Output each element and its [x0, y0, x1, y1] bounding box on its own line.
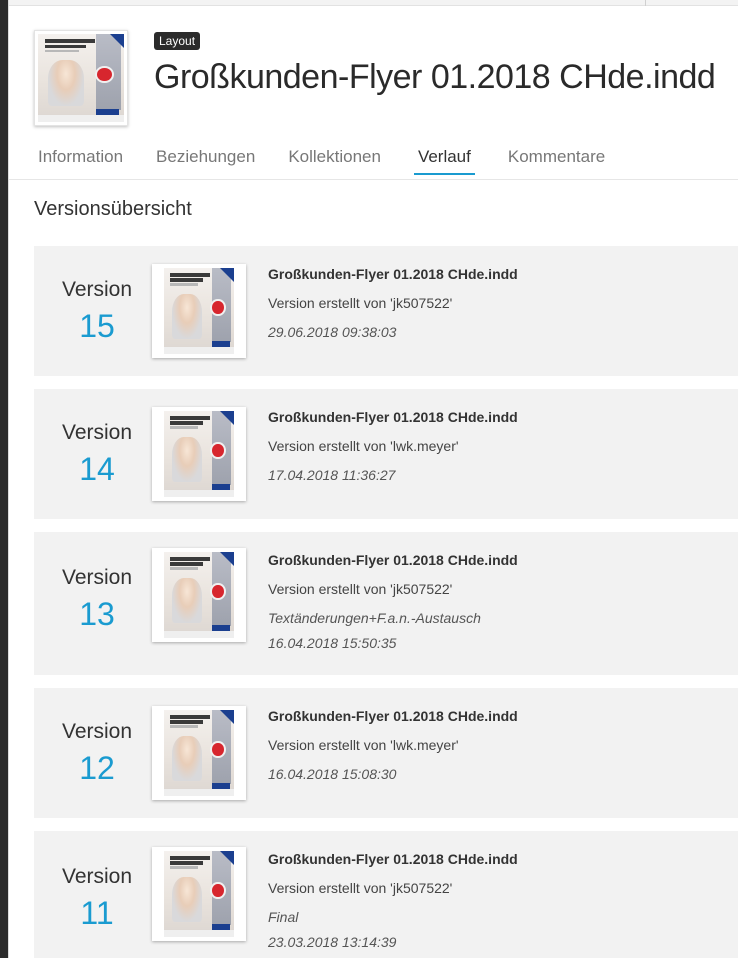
section-title: Versionsübersicht [34, 198, 192, 220]
version-file-name: Großkunden-Flyer 01.2018 CHde.indd [268, 409, 518, 425]
version-creator: Version erstellt von 'jk507522' [268, 880, 453, 896]
version-thumbnail[interactable] [152, 847, 246, 941]
asset-thumbnail[interactable] [34, 30, 128, 126]
tab-kollektionen[interactable]: Kollektionen [288, 145, 381, 175]
version-card[interactable]: Version 13 Großkunden-Flyer 01.2018 CHde… [34, 532, 738, 675]
version-date: 16.04.2018 15:50:35 [268, 635, 397, 651]
toolbar-divider [645, 0, 646, 6]
tab-information[interactable]: Information [38, 145, 123, 175]
version-number: 14 [79, 451, 115, 487]
version-card[interactable]: Version 15 Großkunden-Flyer 01.2018 CHde… [34, 246, 738, 376]
version-file-name: Großkunden-Flyer 01.2018 CHde.indd [268, 266, 518, 282]
version-file-name: Großkunden-Flyer 01.2018 CHde.indd [268, 708, 518, 724]
version-date: 23.03.2018 13:14:39 [268, 934, 397, 950]
tab-beziehungen[interactable]: Beziehungen [156, 145, 255, 175]
asset-type-badge: Layout [154, 32, 201, 50]
flyer-preview-image [164, 851, 234, 937]
version-date: 29.06.2018 09:38:03 [268, 324, 397, 340]
detail-tabs: Information Beziehungen Kollektionen Ver… [38, 145, 638, 175]
version-label: Version [61, 421, 133, 444]
page-title: Großkunden-Flyer 01.2018 CHde.indd [154, 58, 716, 96]
version-file-name: Großkunden-Flyer 01.2018 CHde.indd [268, 851, 518, 867]
version-card[interactable]: Version 12 Großkunden-Flyer 01.2018 CHde… [34, 688, 738, 818]
version-number: 11 [80, 895, 114, 931]
version-card[interactable]: Version 14 Großkunden-Flyer 01.2018 CHde… [34, 389, 738, 519]
version-comment: Final [268, 909, 299, 925]
top-toolbar-strip [9, 0, 738, 6]
version-creator: Version erstellt von 'jk507522' [268, 581, 453, 597]
flyer-preview-image [164, 411, 234, 497]
version-file-name: Großkunden-Flyer 01.2018 CHde.indd [268, 552, 518, 568]
version-number: 15 [79, 308, 115, 344]
flyer-preview-image [164, 710, 234, 796]
version-creator: Version erstellt von 'lwk.meyer' [268, 438, 459, 454]
version-creator: Version erstellt von 'lwk.meyer' [268, 737, 459, 753]
version-number: 13 [79, 596, 115, 632]
version-thumbnail[interactable] [152, 548, 246, 642]
flyer-preview-image [38, 34, 124, 122]
version-label: Version [61, 278, 133, 301]
flyer-preview-image [164, 552, 234, 638]
version-date: 17.04.2018 11:36:27 [268, 467, 396, 483]
tabs-divider [9, 179, 738, 180]
version-thumbnail[interactable] [152, 264, 246, 358]
version-card[interactable]: Version 11 Großkunden-Flyer 01.2018 CHde… [34, 831, 738, 958]
left-sidebar-edge [0, 0, 9, 958]
tab-verlauf[interactable]: Verlauf [413, 145, 475, 175]
version-comment: Textänderungen+F.a.n.-Austausch [268, 610, 481, 626]
version-number: 12 [79, 750, 115, 786]
tab-kommentare[interactable]: Kommentare [508, 145, 605, 175]
version-creator: Version erstellt von 'jk507522' [268, 295, 453, 311]
version-thumbnail[interactable] [152, 407, 246, 501]
flyer-preview-image [164, 268, 234, 354]
version-label: Version [61, 720, 133, 743]
version-label: Version [61, 865, 133, 888]
version-date: 16.04.2018 15:08:30 [268, 766, 397, 782]
version-label: Version [61, 566, 133, 589]
version-thumbnail[interactable] [152, 706, 246, 800]
version-list: Version 15 Großkunden-Flyer 01.2018 CHde… [34, 246, 738, 958]
